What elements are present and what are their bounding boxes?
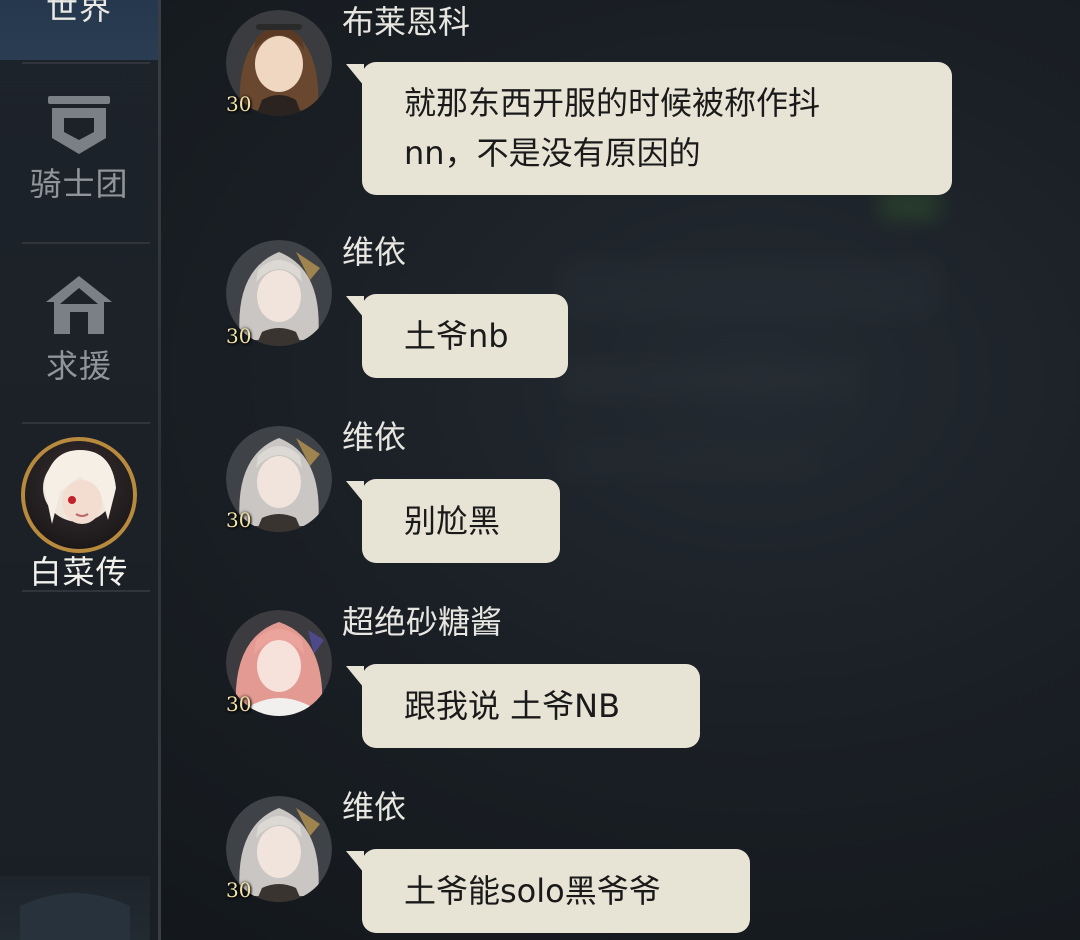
divider (22, 590, 150, 592)
message-bubble: 就那东西开服的时候被称作抖 nn，不是没有原因的 (362, 62, 952, 195)
divider (22, 422, 150, 424)
level-badge: 30 (226, 92, 252, 116)
tab-help[interactable]: 求援 (0, 274, 158, 394)
tab-character-label: 白菜传 (29, 553, 129, 591)
message-bubble: 跟我说 土爷NB (362, 664, 700, 748)
chevron-up-icon (20, 893, 130, 940)
message-text-line: 就那东西开服的时候被称作抖 (404, 84, 821, 122)
sender-name: 维依 (342, 788, 407, 826)
message-text-line: 土爷能solo黑爷爷 (404, 872, 661, 910)
tab-character[interactable]: 白菜传 (0, 436, 158, 596)
background-blur (560, 260, 940, 320)
tab-world[interactable]: 世界 (0, 0, 158, 60)
level-badge: 30 (226, 508, 252, 532)
message-bubble: 土爷nb (362, 294, 568, 378)
message-bubble: 土爷能solo黑爷爷 (362, 849, 750, 933)
bottom-tab[interactable] (0, 876, 150, 940)
level-badge: 30 (226, 324, 252, 348)
message-text-line: 别尬黑 (404, 502, 501, 540)
background-blur (560, 360, 860, 400)
sender-name: 维依 (342, 418, 407, 456)
shield-icon (48, 96, 110, 154)
level-badge: 30 (226, 878, 252, 902)
sender-name: 超绝砂糖酱 (342, 603, 503, 641)
character-avatar (21, 437, 137, 553)
background-blur (560, 440, 820, 480)
chat-screen: 世界 骑士团 求援 白菜传 30 布莱恩科 就那东西开服的时候被称作抖 nn，不… (0, 0, 1080, 940)
level-badge: 30 (226, 692, 252, 716)
tab-knights-label: 骑士团 (29, 165, 129, 203)
message-text-line: 跟我说 土爷NB (404, 687, 621, 725)
tab-world-label: 世界 (45, 0, 112, 27)
sender-name: 布莱恩科 (342, 3, 471, 41)
message-text-line: nn，不是没有原因的 (404, 134, 701, 172)
sender-name: 维依 (342, 233, 407, 271)
divider (22, 62, 150, 64)
message-bubble: 别尬黑 (362, 479, 560, 563)
message-text-line: 土爷nb (404, 317, 509, 355)
divider (22, 242, 150, 244)
sidebar-border (158, 0, 161, 940)
house-icon (46, 276, 112, 334)
tab-help-label: 求援 (45, 347, 112, 385)
sidebar: 世界 骑士团 求援 白菜传 (0, 0, 158, 940)
tab-knights[interactable]: 骑士团 (0, 92, 158, 212)
